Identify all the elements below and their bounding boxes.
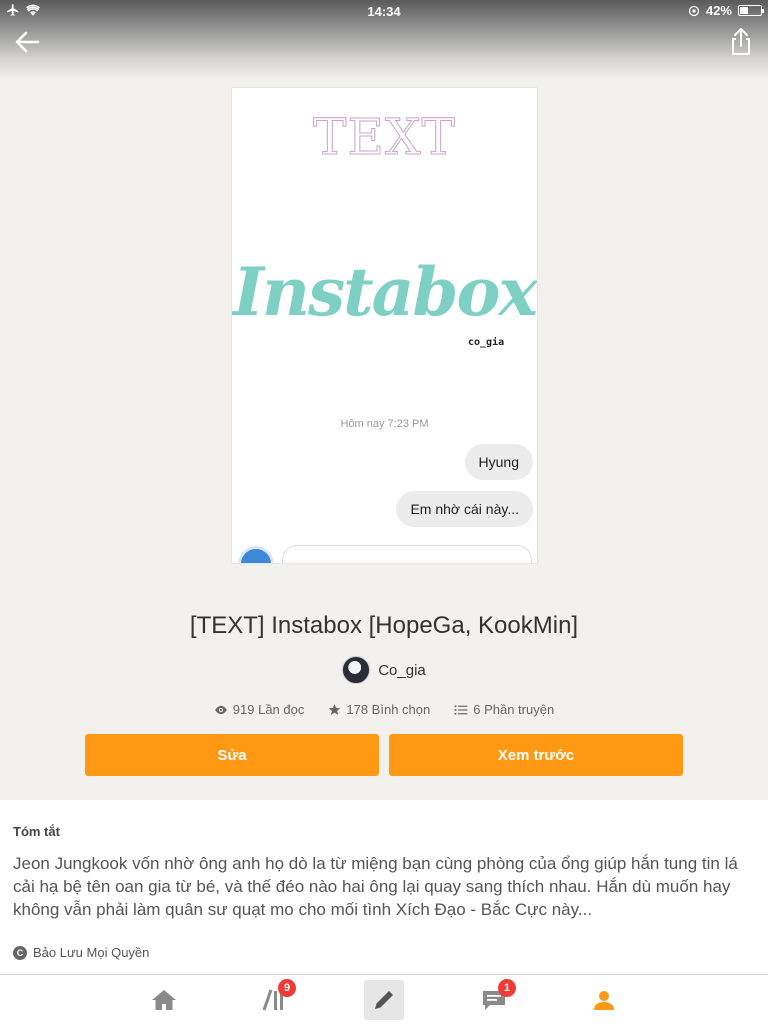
copyright-text: Bảo Lưu Mọi Quyền	[33, 945, 150, 960]
cover-message-bubble: Em nhờ cái này...	[396, 491, 533, 527]
orientation-lock-icon	[688, 5, 700, 16]
avatar[interactable]	[342, 656, 371, 684]
arrow-left-icon	[15, 31, 40, 53]
summary-text: Jeon Jungkook vốn nhờ ông anh họ dò la t…	[13, 854, 738, 919]
status-bar: 14:34 42%	[0, 0, 768, 22]
reads-stat: 919 Lần đọc	[214, 702, 305, 717]
author-row[interactable]: Co_gia	[0, 656, 768, 684]
cover-brand-text: Instabox	[233, 253, 537, 331]
reads-count: 919 Lần đọc	[232, 702, 305, 717]
nav-messages[interactable]: 1	[474, 979, 516, 1020]
list-icon	[454, 704, 468, 715]
summary-section: Tóm tắt Jeon Jungkook vốn nhờ ông anh họ…	[0, 800, 768, 974]
edit-button[interactable]: Sửa	[85, 734, 379, 776]
star-icon	[329, 704, 341, 715]
nav-profile[interactable]	[584, 980, 624, 1020]
messages-badge: 1	[498, 979, 516, 997]
story-cover[interactable]: TEXT Instabox co_gia Hôm nay 7:23 PM Hyu…	[232, 88, 537, 563]
bottom-nav: 9 1	[0, 974, 768, 1024]
status-time: 14:34	[367, 4, 401, 19]
battery-level	[740, 7, 749, 14]
cover-message-bubble: Hyung	[464, 444, 533, 480]
status-right: 42%	[688, 3, 764, 18]
story-stats: 919 Lần đọc 178 Bình chọn 6 Phần truyện	[0, 702, 768, 717]
cover-author-tag: co_gia	[468, 337, 505, 348]
parts-stat: 6 Phần truyện	[454, 702, 554, 717]
profile-icon	[594, 991, 614, 1010]
votes-count: 178 Bình chọn	[346, 702, 431, 717]
nav-home[interactable]	[144, 980, 184, 1020]
eye-icon	[214, 705, 227, 714]
cover-message-input	[282, 545, 532, 563]
cover-timestamp: Hôm nay 7:23 PM	[340, 418, 429, 430]
summary-heading: Tóm tắt	[13, 824, 60, 839]
back-button[interactable]	[12, 28, 42, 56]
library-badge: 9	[278, 979, 296, 997]
story-title: [TEXT] Instabox [HopeGa, KookMin]	[189, 612, 579, 639]
nav-write[interactable]	[364, 980, 404, 1020]
share-icon	[732, 28, 750, 55]
share-button[interactable]	[728, 27, 754, 57]
preview-button[interactable]: Xem trước	[389, 734, 683, 776]
battery-icon	[738, 5, 764, 16]
parts-count: 6 Phần truyện	[473, 702, 555, 717]
pencil-icon	[375, 991, 393, 1009]
votes-stat: 178 Bình chọn	[328, 702, 430, 717]
battery-percent: 42%	[705, 3, 732, 18]
copyright-icon: C	[13, 945, 27, 960]
home-icon	[152, 990, 176, 1010]
nav-library[interactable]: 9	[254, 979, 296, 1020]
copyright-row: C Bảo Lưu Mọi Quyền	[13, 945, 149, 960]
author-name[interactable]: Co_gia	[378, 662, 426, 679]
cover-camera-icon	[238, 546, 274, 563]
cover-title-text: TEXT	[313, 108, 456, 167]
